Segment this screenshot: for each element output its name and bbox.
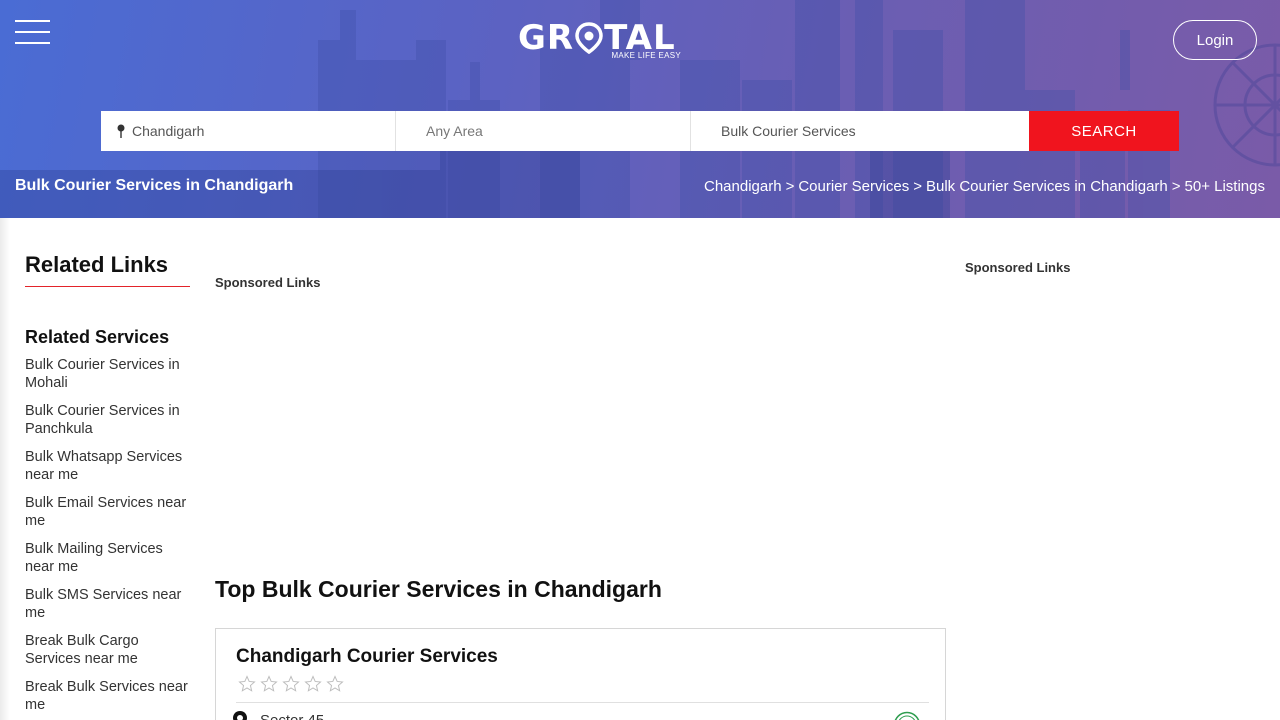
- breadcrumb-category[interactable]: Courier Services: [798, 178, 909, 195]
- listing-name[interactable]: Chandigarh Courier Services: [236, 646, 498, 668]
- related-service-link[interactable]: Break Bulk Cargo Services near me: [25, 632, 195, 668]
- search-button[interactable]: SEARCH: [1029, 111, 1179, 151]
- location-pin-icon: [117, 124, 125, 138]
- related-services-list: Bulk Courier Services in Mohali Bulk Cou…: [25, 356, 195, 714]
- related-service-link[interactable]: Break Bulk Services near me: [25, 678, 195, 714]
- related-services-heading: Related Services: [25, 327, 170, 347]
- map-marker-icon: [233, 711, 247, 720]
- star-icon: [304, 675, 322, 692]
- breadcrumb: Chandigarh > Courier Services > Bulk Cou…: [704, 178, 1265, 195]
- star-icon: [282, 675, 300, 692]
- city-field[interactable]: Chandigarh: [101, 111, 396, 151]
- sponsored-links-label: Sponsored Links: [215, 275, 321, 290]
- logo-tagline: MAKE LIFE EASY: [611, 51, 681, 60]
- verified-badge-icon: [894, 711, 920, 720]
- page-edge-shadow: [0, 218, 10, 720]
- related-service-link[interactable]: Bulk Mailing Services near me: [25, 540, 195, 576]
- service-search-value: Bulk Courier Services: [721, 123, 856, 139]
- related-service-link[interactable]: Bulk SMS Services near me: [25, 586, 195, 622]
- hamburger-menu-icon[interactable]: [15, 20, 51, 46]
- related-service-link[interactable]: Bulk Whatsapp Services near me: [25, 448, 195, 484]
- related-service-link[interactable]: Bulk Email Services near me: [25, 494, 195, 530]
- related-links-sidebar: Related Links Related Services Bulk Cour…: [25, 252, 195, 720]
- star-icon: [260, 675, 278, 692]
- service-search-input[interactable]: Bulk Courier Services: [691, 111, 1029, 151]
- star-icon: [238, 675, 256, 692]
- city-field-value: Chandigarh: [132, 123, 205, 139]
- right-sponsored-links-label: Sponsored Links: [965, 260, 1071, 275]
- area-field[interactable]: Any Area: [396, 111, 691, 151]
- area-field-placeholder: Any Area: [426, 123, 483, 139]
- grotal-logo[interactable]: GR TAL MAKE LIFE EASY: [518, 18, 683, 64]
- listing-location: Sector 45: [232, 710, 324, 720]
- breadcrumb-subcategory[interactable]: Bulk Courier Services in Chandigarh: [926, 178, 1168, 195]
- logo-pin-icon: [575, 22, 603, 55]
- breadcrumb-separator: >: [913, 178, 922, 195]
- logo-text-left: GR: [518, 18, 575, 58]
- breadcrumb-separator: >: [1171, 178, 1181, 195]
- listing-card[interactable]: Chandigarh Courier Services Sector 45: [215, 628, 946, 720]
- related-service-link[interactable]: Bulk Courier Services in Mohali: [25, 356, 195, 392]
- listing-count: 50+ Listings: [1184, 178, 1265, 195]
- card-divider: [236, 702, 929, 703]
- listing-location-text: Sector 45: [260, 711, 325, 720]
- breadcrumb-separator: >: [785, 178, 795, 195]
- related-links-heading: Related Links: [25, 252, 190, 287]
- login-button[interactable]: Login: [1173, 20, 1257, 60]
- section-title: Top Bulk Courier Services in Chandigarh: [215, 576, 662, 602]
- related-service-link[interactable]: Bulk Courier Services in Panchkula: [25, 402, 195, 438]
- rating-stars: [238, 675, 344, 693]
- page-title: Bulk Courier Services in Chandigarh: [15, 177, 294, 194]
- breadcrumb-city[interactable]: Chandigarh: [704, 178, 782, 195]
- page-header: GR TAL MAKE LIFE EASY Login Chandigarh A…: [0, 0, 1280, 218]
- search-bar: Chandigarh Any Area Bulk Courier Service…: [101, 111, 1179, 151]
- star-icon: [326, 675, 344, 692]
